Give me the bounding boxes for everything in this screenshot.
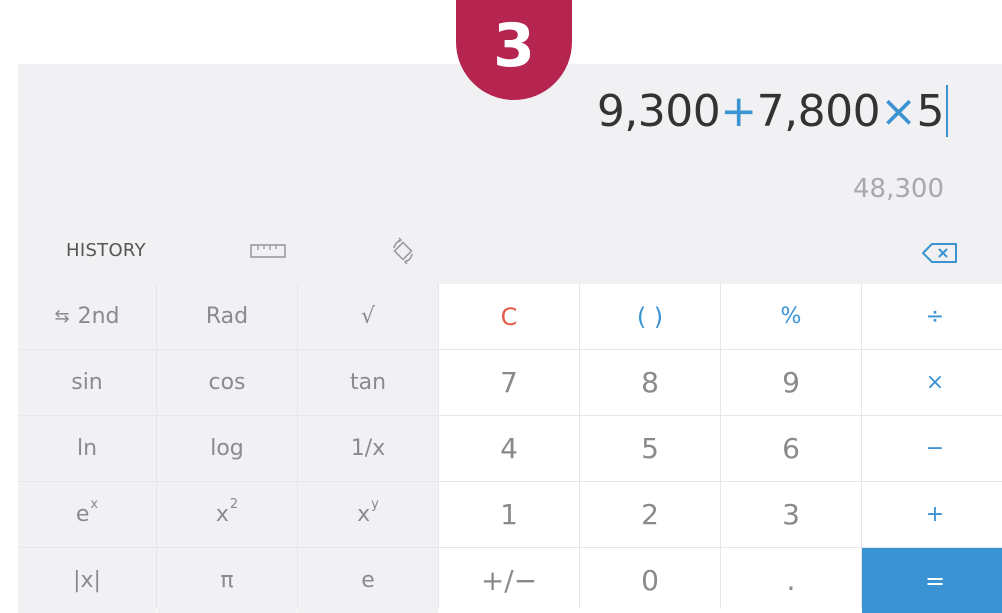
history-button[interactable]: HISTORY: [66, 240, 146, 261]
digit-1-key[interactable]: 1: [439, 482, 579, 547]
expression-operator: ×: [880, 86, 917, 137]
swap-arrows-icon: ⇆: [54, 306, 70, 327]
key-label: 9: [782, 366, 800, 399]
key-label: ×: [925, 370, 945, 395]
negate-key[interactable]: +/−: [439, 548, 579, 613]
key-label: x: [215, 502, 229, 527]
subtract-key[interactable]: −: [862, 416, 1002, 481]
key-label: =: [924, 566, 946, 595]
digit-7-key[interactable]: 7: [439, 350, 579, 415]
text-cursor: [946, 85, 948, 137]
key-superscript: 2: [229, 497, 239, 512]
key-label: 4: [500, 432, 518, 465]
calculator-toolbar: HISTORY: [18, 214, 1002, 284]
key-label: ( ): [636, 302, 664, 331]
digit-9-key[interactable]: 9: [721, 350, 861, 415]
key-label: .: [786, 564, 796, 597]
key-label: 0: [641, 564, 659, 597]
digit-3-key[interactable]: 3: [721, 482, 861, 547]
key-label: ÷: [925, 304, 945, 329]
key-label: 7: [500, 366, 518, 399]
pi-key[interactable]: π: [157, 548, 297, 613]
digit-4-key[interactable]: 4: [439, 416, 579, 481]
sin-key[interactable]: sin: [18, 350, 156, 415]
reciprocal-key[interactable]: 1/x: [298, 416, 438, 481]
key-label: log: [210, 436, 244, 461]
divide-key[interactable]: ÷: [862, 284, 1002, 349]
ruler-icon[interactable]: [250, 244, 286, 263]
key-label: 5: [641, 432, 659, 465]
tan-key[interactable]: tan: [298, 350, 438, 415]
key-label: 8: [641, 366, 659, 399]
key-label: ln: [76, 436, 98, 461]
digit-5-key[interactable]: 5: [580, 416, 720, 481]
expression-number: 5: [916, 86, 945, 137]
expression-number: 9,300: [596, 86, 721, 137]
euler-key[interactable]: e: [298, 548, 438, 613]
key-label: 2nd: [77, 304, 120, 329]
digit-2-key[interactable]: 2: [580, 482, 720, 547]
key-label: π: [220, 568, 234, 593]
clear-key[interactable]: C: [439, 284, 579, 349]
square-key[interactable]: x2: [157, 482, 297, 547]
key-label: cos: [208, 370, 246, 395]
log-key[interactable]: log: [157, 416, 297, 481]
key-label: sin: [71, 370, 103, 395]
key-label: e: [75, 502, 90, 527]
parentheses-key[interactable]: ( ): [580, 284, 720, 349]
backspace-icon[interactable]: [922, 243, 958, 268]
digit-8-key[interactable]: 8: [580, 350, 720, 415]
key-label: Rad: [205, 304, 249, 329]
add-key[interactable]: +: [862, 482, 1002, 547]
result-preview: 48,300: [853, 174, 944, 204]
key-label: +/−: [480, 564, 538, 597]
expression-operator: +: [720, 86, 757, 137]
exp-key[interactable]: ex: [18, 482, 156, 547]
digit-0-key[interactable]: 0: [580, 548, 720, 613]
key-label: x: [357, 502, 371, 527]
key-label: 1/x: [350, 436, 386, 461]
decimal-key[interactable]: .: [721, 548, 861, 613]
key-superscript: y: [371, 497, 379, 512]
key-superscript: x: [90, 497, 99, 512]
key-label: +: [925, 502, 945, 527]
key-label: tan: [349, 370, 387, 395]
expression-number: 7,800: [756, 86, 881, 137]
equals-key[interactable]: =: [862, 548, 1002, 613]
rad-key[interactable]: Rad: [157, 284, 297, 349]
abs-key[interactable]: |x|: [18, 548, 156, 613]
key-label: 1: [500, 498, 518, 531]
key-label: √: [360, 304, 376, 329]
key-label: −: [925, 436, 945, 461]
key-label: 2: [641, 498, 659, 531]
keypad: ⇆ 2nd Rad √ C ( )% ÷ sin cos tan 7 8 9 × ln log 1/x 4 5 6 − e…: [18, 284, 1002, 613]
power-key[interactable]: xy: [298, 482, 438, 547]
step-number: 3: [493, 11, 535, 81]
percent-key[interactable]: %: [721, 284, 861, 349]
sqrt-key[interactable]: √: [298, 284, 438, 349]
digit-6-key[interactable]: 6: [721, 416, 861, 481]
second-function-key[interactable]: ⇆ 2nd: [18, 284, 156, 349]
key-label: 6: [782, 432, 800, 465]
key-label: e: [361, 568, 375, 593]
ln-key[interactable]: ln: [18, 416, 156, 481]
cos-key[interactable]: cos: [157, 350, 297, 415]
key-label: C: [500, 302, 518, 331]
expression-input[interactable]: 9,300+7,800×5: [596, 86, 945, 137]
key-label: %: [780, 304, 802, 329]
multiply-key[interactable]: ×: [862, 350, 1002, 415]
key-label: 3: [782, 498, 800, 531]
key-label: |x|: [73, 568, 101, 593]
rotate-icon[interactable]: [388, 236, 418, 271]
